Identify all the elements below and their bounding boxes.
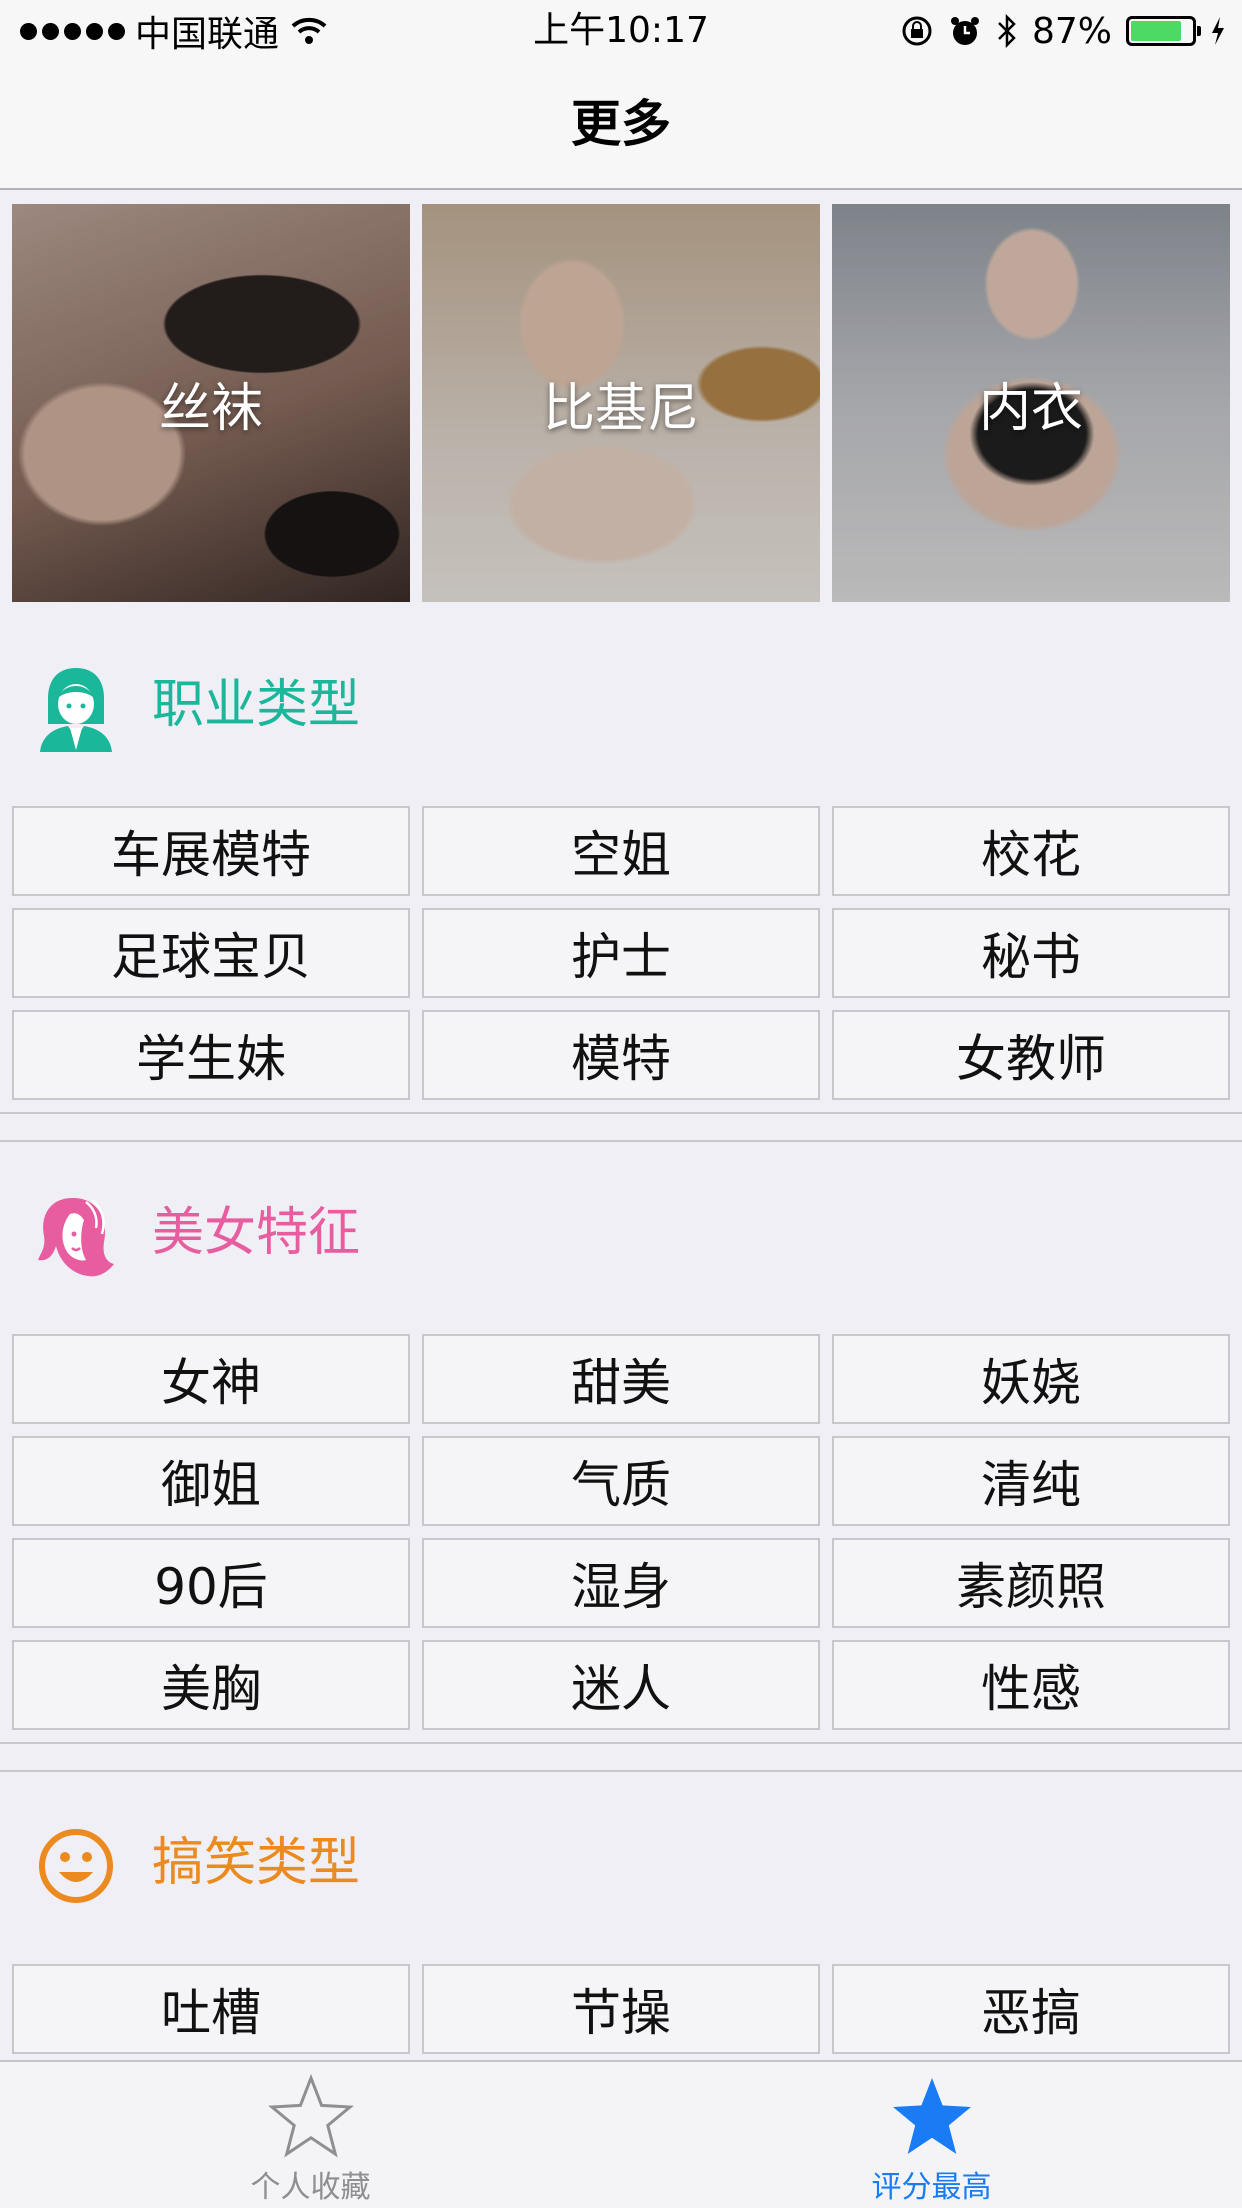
tag-button[interactable]: 空姐: [422, 806, 820, 896]
tab-favorites[interactable]: 个人收藏: [0, 2062, 621, 2208]
tag-button[interactable]: 校花: [832, 806, 1230, 896]
tag-button[interactable]: 性感: [832, 1640, 1230, 1730]
tag-button[interactable]: 吐槽: [12, 1964, 410, 2054]
section-divider: [0, 1742, 1242, 1772]
star-filled-icon: [892, 2078, 971, 2154]
tag-button[interactable]: 气质: [422, 1436, 820, 1526]
status-bar: 中国联通 上午10:17 87%: [0, 0, 1242, 60]
tag-button[interactable]: 清纯: [832, 1436, 1230, 1526]
tag-button[interactable]: 恶搞: [832, 1964, 1230, 2054]
tab-bar: 个人收藏 评分最高: [0, 2060, 1242, 2208]
tag-button[interactable]: 学生妹: [12, 1010, 410, 1100]
alarm-icon: [950, 17, 979, 45]
woman-icon: [40, 668, 112, 752]
tag-button[interactable]: 素颜照: [832, 1538, 1230, 1628]
section-title: 美女特征: [152, 1203, 361, 1263]
tag-button[interactable]: 女教师: [832, 1010, 1230, 1100]
tag-button[interactable]: 模特: [422, 1010, 820, 1100]
featured-card-bikini[interactable]: 比基尼: [422, 204, 820, 602]
star-outline-icon: [267, 2073, 354, 2158]
nav-bar: 更多: [0, 60, 1242, 190]
section-header-profession: 职业类型: [0, 650, 1242, 760]
featured-card-lingerie[interactable]: 内衣: [832, 204, 1230, 602]
tag-button[interactable]: 湿身: [422, 1538, 820, 1628]
tab-label: 个人收藏: [250, 2170, 371, 2205]
section-header-funny: 搞笑类型: [0, 1808, 1242, 1918]
featured-label: 内衣: [978, 378, 1083, 439]
section-title: 职业类型: [152, 675, 361, 735]
battery-fill: [1131, 21, 1181, 41]
rotation-lock-icon: [902, 16, 932, 46]
tag-button[interactable]: 妖娆: [832, 1334, 1230, 1424]
status-right: 87%: [900, 6, 1226, 56]
woman-face-icon: [38, 1198, 114, 1277]
tag-button[interactable]: 美胸: [12, 1640, 410, 1730]
section-title: 搞笑类型: [152, 1833, 361, 1893]
section-header-features: 美女特征: [0, 1178, 1242, 1288]
charging-icon: [1212, 17, 1224, 45]
page-title: 更多: [571, 95, 671, 153]
tag-button[interactable]: 秘书: [832, 908, 1230, 998]
battery-percent: 87%: [1031, 10, 1112, 52]
tag-button[interactable]: 护士: [422, 908, 820, 998]
tab-top-rated[interactable]: 评分最高: [621, 2062, 1242, 2208]
tab-label: 评分最高: [871, 2170, 992, 2205]
battery-icon: [1126, 16, 1201, 46]
tag-button[interactable]: 迷人: [422, 1640, 820, 1730]
tag-button[interactable]: 甜美: [422, 1334, 820, 1424]
tag-button[interactable]: 女神: [12, 1334, 410, 1424]
tag-button[interactable]: 车展模特: [12, 806, 410, 896]
smiley-icon: [39, 1829, 113, 1903]
tag-button[interactable]: 90后: [12, 1538, 410, 1628]
section-divider: [0, 1112, 1242, 1142]
tag-button[interactable]: 足球宝贝: [12, 908, 410, 998]
bluetooth-icon: [998, 14, 1016, 48]
featured-card-stockings[interactable]: 丝袜: [12, 204, 410, 602]
featured-label: 丝袜: [158, 378, 263, 439]
tag-button[interactable]: 节操: [422, 1964, 820, 2054]
featured-row: 丝袜 比基尼 内衣: [12, 204, 1230, 602]
content-scroll[interactable]: 丝袜 比基尼 内衣 职业类型 车展模特 空姐 校花足球宝贝 护士 秘书学生妹 模特 女教师: [0, 190, 1242, 2060]
tag-button[interactable]: 御姐: [12, 1436, 410, 1526]
featured-label: 比基尼: [542, 378, 699, 439]
